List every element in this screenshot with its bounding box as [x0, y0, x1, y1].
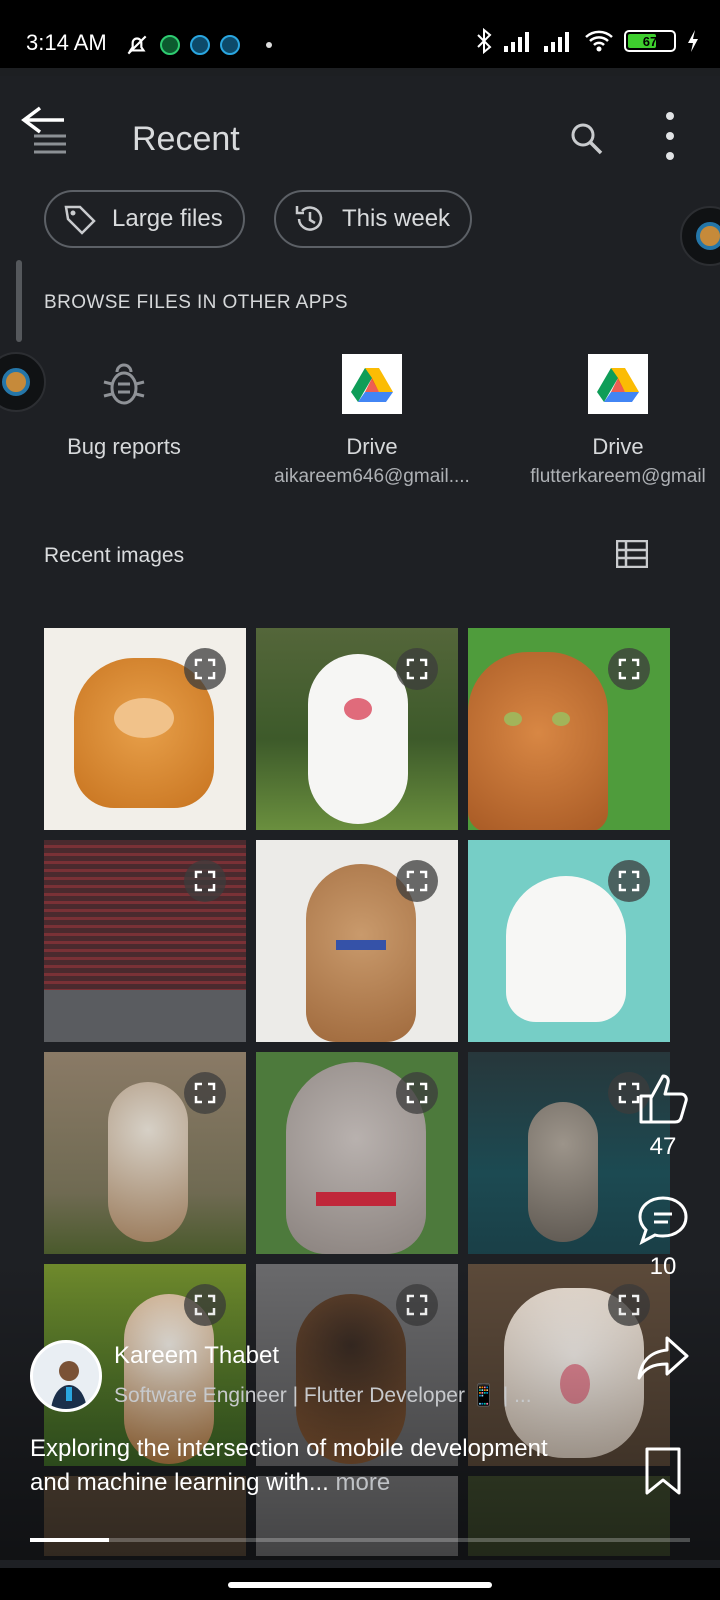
drive-tile-flutterkareem[interactable]: Drive flutterkareem@gmail [508, 354, 720, 488]
scroll-handle[interactable] [16, 260, 22, 342]
wifi-icon [585, 30, 613, 52]
more-vert-icon[interactable] [660, 106, 680, 166]
expand-icon[interactable] [396, 1072, 438, 1114]
chip-label: This week [342, 205, 451, 232]
image-thumbnail-terminal[interactable] [44, 840, 246, 1042]
post-caption[interactable]: Exploring the intersection of mobile dev… [30, 1432, 590, 1500]
tile-label: Drive [592, 434, 644, 459]
app-notification-icon-2 [220, 35, 240, 55]
tag-icon [64, 205, 96, 235]
tile-account: flutterkareem@gmail [530, 466, 706, 487]
navigation-bar [0, 1568, 720, 1600]
see-more-link[interactable]: more [336, 1469, 391, 1496]
bug-reports-tile[interactable]: Bug reports [54, 354, 194, 460]
google-drive-icon [588, 354, 648, 414]
system-icons: 67 [474, 28, 700, 54]
caption-text: Exploring the intersection of mobile dev… [30, 1435, 548, 1496]
author-headline: Software Engineer | Flutter Developer 📱 … [114, 1384, 532, 1407]
expand-icon[interactable] [608, 860, 650, 902]
like-count: 47 [649, 1133, 677, 1160]
image-thumbnail-pomeranian[interactable] [44, 628, 246, 830]
google-drive-icon [342, 354, 402, 414]
more-notifications-dot [266, 42, 272, 48]
like-button[interactable]: 47 [628, 1070, 698, 1161]
tile-label: Drive [346, 434, 398, 459]
expand-icon[interactable] [396, 860, 438, 902]
avatar[interactable] [30, 1340, 102, 1412]
whatsapp-notification-icon [160, 35, 180, 55]
signal-icon [504, 32, 529, 52]
browse-heading: BROWSE FILES IN OTHER APPS [44, 292, 348, 313]
image-thumbnail-samoyed[interactable] [468, 840, 670, 1042]
back-arrow-icon[interactable] [20, 98, 68, 158]
history-icon [295, 206, 323, 231]
comment-icon [638, 1196, 688, 1246]
drive-tile-aikareem[interactable]: Drive aikareem646@gmail.... [262, 354, 482, 488]
bluetooth-icon [477, 28, 492, 54]
save-button[interactable] [628, 1446, 698, 1501]
comment-button[interactable]: 10 [628, 1194, 698, 1281]
chip-label: Large files [112, 205, 223, 232]
expand-icon[interactable] [396, 648, 438, 690]
comment-count: 10 [649, 1253, 677, 1280]
home-gesture-pill[interactable] [228, 1582, 492, 1588]
toolbar: Recent [0, 78, 720, 178]
large-files-chip[interactable]: Large files [44, 190, 245, 248]
thumbs-up-icon [639, 1074, 688, 1124]
notification-icons [124, 32, 272, 58]
author-name[interactable]: Kareem Thabet [114, 1342, 279, 1370]
status-time: 3:14 AM [26, 30, 107, 55]
recent-images-heading: Recent images [44, 544, 185, 567]
signal-icon-2 [544, 32, 569, 52]
expand-icon[interactable] [184, 860, 226, 902]
app-notification-icon [190, 35, 210, 55]
battery-level: 67 [642, 33, 658, 49]
image-thumbnail-weimaraner[interactable] [256, 1052, 458, 1254]
tile-account: aikareem646@gmail.... [274, 466, 470, 487]
video-progress-fill [30, 1538, 110, 1542]
expand-icon[interactable] [608, 648, 650, 690]
bug-icon [103, 363, 145, 405]
muted-bell-icon [127, 35, 147, 55]
expand-icon[interactable] [184, 1072, 226, 1114]
share-arrow-icon [637, 1336, 689, 1380]
list-view-icon[interactable] [616, 540, 648, 568]
share-button[interactable] [628, 1334, 698, 1387]
image-thumbnail-white-puppy[interactable] [256, 628, 458, 830]
expand-icon[interactable] [184, 648, 226, 690]
battery-icon: 67 [624, 30, 676, 52]
charging-icon [688, 30, 698, 52]
search-icon[interactable] [568, 120, 604, 156]
page-title: Recent [132, 120, 240, 158]
bookmark-icon [645, 1447, 681, 1495]
status-bar-residue [0, 68, 720, 76]
image-thumbnail-orange-cat[interactable] [468, 628, 670, 830]
tile-label: Bug reports [67, 434, 181, 459]
status-bar: 3:14 AM 67 [0, 0, 720, 68]
image-thumbnail-shepherd[interactable] [44, 1052, 246, 1254]
this-week-chip[interactable]: This week [274, 190, 473, 248]
video-overlay-shade [0, 1260, 720, 1560]
video-progress-bar[interactable] [30, 1538, 690, 1542]
image-thumbnail-poodle[interactable] [256, 840, 458, 1042]
